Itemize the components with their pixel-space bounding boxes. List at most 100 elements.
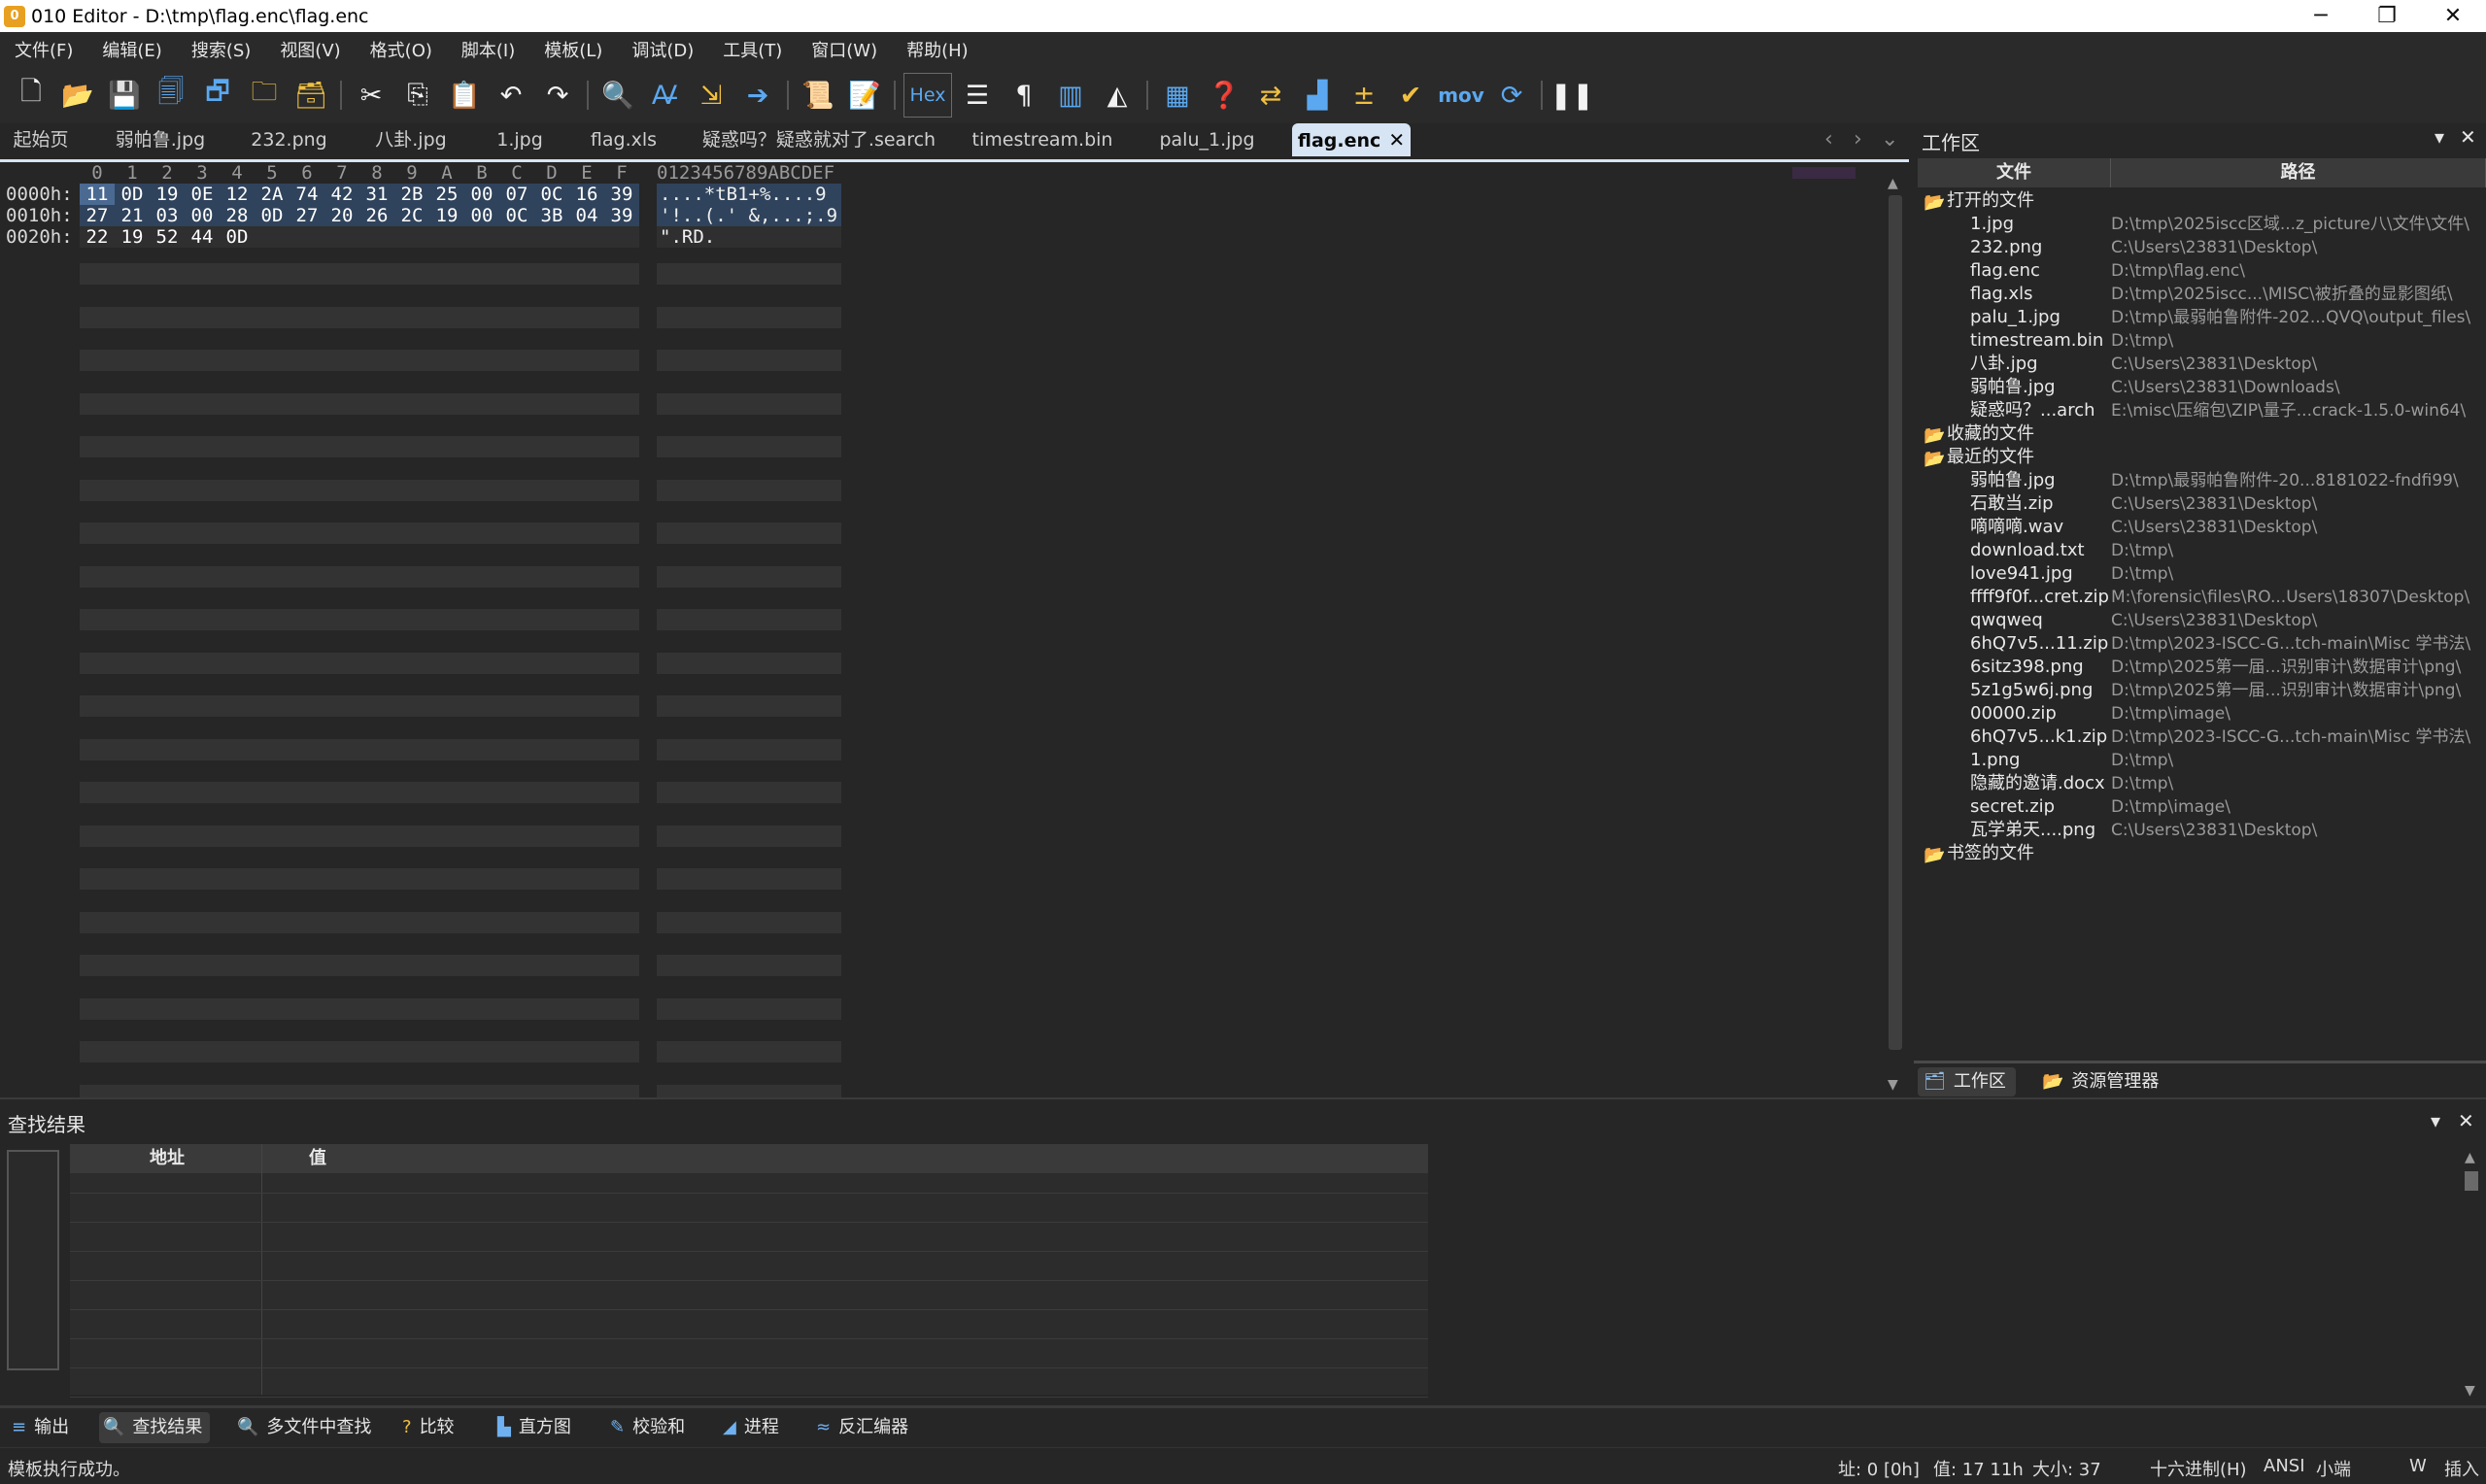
workspace-file-row[interactable]: 八卦.jpg C:\Users\23831\Desktop\ bbox=[1918, 353, 2486, 376]
scroll-up-icon[interactable]: ▲ bbox=[1888, 176, 1898, 191]
hex-byte[interactable]: 74 bbox=[289, 184, 324, 205]
column-header-file[interactable]: 文件 bbox=[1918, 158, 2111, 187]
pause-icon[interactable]: ❚❚ bbox=[1549, 72, 1595, 118]
menu-search[interactable]: 搜索(S) bbox=[177, 37, 265, 62]
goto-icon[interactable]: ⇲ bbox=[688, 72, 734, 118]
columns-icon[interactable]: ☰ bbox=[954, 72, 1001, 118]
panel-dropdown-icon[interactable]: ▾ bbox=[2431, 1109, 2440, 1132]
hex-byte[interactable]: 00 bbox=[464, 205, 499, 226]
status-encoding[interactable]: ANSI bbox=[2264, 1456, 2305, 1476]
redo-icon[interactable]: ↷ bbox=[534, 72, 581, 118]
menu-view[interactable]: 视图(V) bbox=[265, 37, 355, 62]
paragraph-icon[interactable]: ¶ bbox=[1001, 72, 1047, 118]
find-results-table[interactable]: 地址 值 bbox=[70, 1144, 1428, 1398]
hex-mode-button[interactable]: Hex bbox=[903, 73, 952, 118]
hex-byte[interactable]: 52 bbox=[150, 226, 185, 248]
undo-icon[interactable]: ↶ bbox=[488, 72, 534, 118]
workspace-file-row[interactable]: download.txt D:\tmp\ bbox=[1918, 539, 2486, 562]
save-all-icon[interactable]: 🗗 bbox=[194, 72, 241, 118]
tab-list-icon[interactable]: ⌄ bbox=[1881, 127, 1898, 152]
tab-file[interactable]: 疑惑吗？疑惑就对了.search bbox=[698, 123, 940, 156]
tab-file[interactable]: 1.jpg bbox=[486, 123, 554, 156]
workspace-file-row[interactable]: 隐藏的邀请.docx D:\tmp\ bbox=[1918, 772, 2486, 795]
cut-icon[interactable]: ✂ bbox=[348, 72, 394, 118]
hex-byte[interactable]: 11 bbox=[80, 184, 115, 205]
menu-edit[interactable]: 编辑(E) bbox=[87, 37, 176, 62]
workspace-group[interactable]: 📂 最近的文件 bbox=[1918, 446, 2486, 469]
workspace-file-row[interactable]: 疑惑吗？...arch E:\misc\压缩包\ZIP\量子...crack-1.… bbox=[1918, 399, 2486, 422]
tab-file[interactable]: 弱帕鲁.jpg bbox=[107, 123, 214, 156]
verify-icon[interactable]: ✔ bbox=[1387, 72, 1434, 118]
tab-prev-icon[interactable]: ‹ bbox=[1824, 127, 1833, 152]
workspace-icon[interactable]: 🗃 bbox=[288, 72, 334, 118]
hex-byte[interactable]: 44 bbox=[185, 226, 220, 248]
hex-bytes[interactable]: 27 21 03 00 28 0D 27 20 26 2C 19 00 0C 3B 04 39 bbox=[80, 205, 639, 226]
hex-byte[interactable]: 0E bbox=[185, 184, 220, 205]
workspace-file-row[interactable]: ffff9f0f...cret.zip M:\forensic\files\RO.… bbox=[1918, 586, 2486, 609]
hex-byte[interactable]: 26 bbox=[359, 205, 394, 226]
hex-byte[interactable]: 21 bbox=[115, 205, 150, 226]
hex-byte[interactable]: 04 bbox=[569, 205, 604, 226]
tab-compare[interactable]: ? 比较 bbox=[398, 1412, 462, 1443]
workspace-file-row[interactable]: 弱帕鲁.jpg C:\Users\23831\Downloads\ bbox=[1918, 376, 2486, 399]
workspace-group[interactable]: 📂 收藏的文件 bbox=[1918, 422, 2486, 446]
paste-icon[interactable]: 📋 bbox=[441, 72, 488, 118]
menu-help[interactable]: 帮助(H) bbox=[892, 37, 983, 62]
scroll-down-icon[interactable]: ▼ bbox=[2465, 1383, 2475, 1399]
workspace-group[interactable]: 📂 打开的文件 bbox=[1918, 189, 2486, 213]
tab-file[interactable]: palu_1.jpg bbox=[1146, 123, 1268, 156]
tab-checksum[interactable]: ✎ 校验和 bbox=[606, 1412, 693, 1443]
workspace-file-row[interactable]: 瓦学弟天....png C:\Users\23831\Desktop\ bbox=[1918, 819, 2486, 842]
scroll-down-icon[interactable]: ▼ bbox=[1888, 1077, 1898, 1093]
close-window-button[interactable]: ✕ bbox=[2420, 0, 2486, 32]
scroll-thumb[interactable] bbox=[2465, 1171, 2478, 1191]
hex-byte[interactable]: 0D bbox=[220, 226, 255, 248]
hex-byte[interactable]: 42 bbox=[324, 184, 359, 205]
copy-icon[interactable]: ⎘ bbox=[394, 72, 441, 118]
workspace-file-row[interactable]: timestream.bin D:\tmp\ bbox=[1918, 329, 2486, 353]
find-vertical-scrollbar[interactable]: ▲ ▼ bbox=[2462, 1150, 2481, 1402]
tab-histogram[interactable]: ▙ 直方图 bbox=[494, 1412, 579, 1443]
status-insert-mode[interactable]: 插入 bbox=[2444, 1456, 2479, 1481]
hex-vertical-scrollbar[interactable]: ▲ ▼ bbox=[1885, 174, 1906, 1096]
workspace-file-row[interactable]: 00000.zip D:\tmp\image\ bbox=[1918, 702, 2486, 725]
tab-next-icon[interactable]: › bbox=[1854, 127, 1862, 152]
tab-file[interactable]: flag.xls bbox=[585, 123, 663, 156]
workspace-file-row[interactable]: 弱帕鲁.jpg D:\tmp\最弱帕鲁附件-20...8181022-fndfi9… bbox=[1918, 469, 2486, 492]
maximize-button[interactable]: ❐ bbox=[2354, 0, 2420, 32]
tab-find-results[interactable]: 🔍 查找结果 bbox=[99, 1412, 211, 1443]
panel-close-icon[interactable]: ✕ bbox=[2458, 1109, 2474, 1132]
workspace-file-row[interactable]: 嘀嘀嘀.wav C:\Users\23831\Desktop\ bbox=[1918, 516, 2486, 539]
hex-byte[interactable]: 20 bbox=[324, 205, 359, 226]
hex-byte[interactable]: 22 bbox=[80, 226, 115, 248]
scroll-up-icon[interactable]: ▲ bbox=[2465, 1150, 2475, 1165]
tab-find-in-files[interactable]: 🔍 多文件中查找 bbox=[233, 1412, 379, 1443]
run-template-icon[interactable]: 📝 bbox=[841, 72, 888, 118]
hex-byte[interactable]: 19 bbox=[429, 205, 464, 226]
workspace-file-row[interactable]: flag.enc D:\tmp\flag.enc\ bbox=[1918, 259, 2486, 283]
tab-output[interactable]: ≡ 输出 bbox=[8, 1412, 77, 1443]
tab-process[interactable]: ◢ 进程 bbox=[719, 1412, 787, 1443]
workspace-file-row[interactable]: 1.jpg D:\tmp\2025iscc区域...z_picture八\文件\文… bbox=[1918, 213, 2486, 236]
hex-byte[interactable]: 0D bbox=[115, 184, 150, 205]
hex-byte[interactable]: 31 bbox=[359, 184, 394, 205]
column-header-value[interactable]: 值 bbox=[261, 1144, 1428, 1173]
hex-byte[interactable]: 2A bbox=[255, 184, 289, 205]
hex-byte[interactable]: 00 bbox=[464, 184, 499, 205]
highlight-icon[interactable]: ◭ bbox=[1094, 72, 1141, 118]
hex-byte[interactable]: 16 bbox=[569, 184, 604, 205]
minimap[interactable] bbox=[1792, 167, 1856, 179]
swap-icon[interactable]: ⇄ bbox=[1247, 72, 1294, 118]
hex-bytes[interactable]: 11 0D 19 0E 12 2A 74 42 31 2B 25 00 07 0C 16 39 bbox=[80, 184, 639, 205]
workspace-file-row[interactable]: secret.zip D:\tmp\image\ bbox=[1918, 795, 2486, 819]
column-header-address[interactable]: 地址 bbox=[70, 1144, 261, 1173]
workspace-file-row[interactable]: 石敢当.zip C:\Users\23831\Desktop\ bbox=[1918, 492, 2486, 516]
hex-byte[interactable]: 28 bbox=[220, 205, 255, 226]
hex-byte[interactable]: 2B bbox=[394, 184, 429, 205]
minimize-button[interactable]: ─ bbox=[2288, 0, 2354, 32]
hex-byte[interactable]: 0D bbox=[255, 205, 289, 226]
menu-debug[interactable]: 调试(D) bbox=[617, 37, 708, 62]
menu-format[interactable]: 格式(O) bbox=[356, 37, 447, 62]
ascii-text[interactable]: ....*tB1+%....9 bbox=[657, 184, 841, 205]
histogram-icon[interactable]: ▟ bbox=[1294, 72, 1341, 118]
